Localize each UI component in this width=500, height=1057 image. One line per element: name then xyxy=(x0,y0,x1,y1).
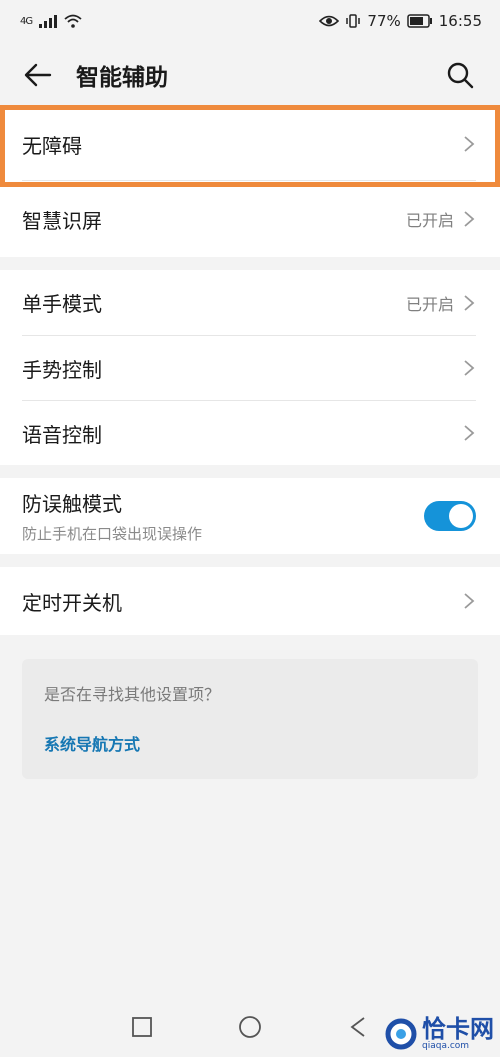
suggestion-question: 是否在寻找其他设置项？ xyxy=(44,685,221,704)
chevron-right-icon xyxy=(464,593,475,609)
watermark-texts: 恰卡网 qiaqa.com xyxy=(422,1017,494,1051)
group-gap xyxy=(0,465,500,478)
scheduled-power-row[interactable]: 定时开关机 xyxy=(0,567,500,635)
chevron-right-icon xyxy=(464,425,475,441)
accessibility-row[interactable]: 无障碍 xyxy=(0,108,500,180)
network-type: 4G xyxy=(20,15,33,27)
accidental-touch-toggle[interactable] xyxy=(424,501,476,531)
battery-icon xyxy=(407,14,432,28)
settings-group-4: 定时开关机 xyxy=(0,567,500,635)
row-subtitle: 防止手机在口袋出现误操作 xyxy=(22,525,203,543)
row-label: 语音控制 xyxy=(22,422,102,447)
settings-group-3: 防误触模式 防止手机在口袋出现误操作 xyxy=(0,478,500,554)
search-button[interactable] xyxy=(440,55,480,95)
search-icon xyxy=(447,62,474,89)
circle-icon xyxy=(239,1016,261,1038)
home-button[interactable] xyxy=(196,997,304,1057)
voice-control-row[interactable]: 语音控制 xyxy=(0,401,500,465)
wifi-icon xyxy=(64,14,82,28)
row-label: 单手模式 xyxy=(22,292,102,316)
row-label: 定时开关机 xyxy=(22,590,122,615)
status-bar: 4G 77% 16:55 xyxy=(0,0,500,42)
row-label: 智慧识屏 xyxy=(22,208,102,233)
settings-group-2: 单手模式 已开启 手势控制 语音控制 xyxy=(0,270,500,465)
one-hand-mode-row[interactable]: 单手模式 已开启 xyxy=(0,270,500,335)
nav-mode-link[interactable]: 系统导航方式 xyxy=(44,731,456,755)
back-button[interactable] xyxy=(20,57,56,93)
gesture-control-row[interactable]: 手势控制 xyxy=(0,336,500,400)
triangle-back-icon xyxy=(350,1017,365,1037)
app-bar: 智能辅助 xyxy=(0,42,500,108)
page-title: 智能辅助 xyxy=(76,65,168,91)
smart-screen-row[interactable]: 智慧识屏 已开启 xyxy=(0,181,500,257)
chevron-right-icon xyxy=(464,360,475,376)
chevron-right-icon xyxy=(464,136,475,152)
clock: 16:55 xyxy=(438,12,482,30)
suggestion-card: 是否在寻找其他设置项？ 系统导航方式 xyxy=(22,659,478,779)
row-label: 手势控制 xyxy=(22,357,102,382)
watermark: 恰卡网 qiaqa.com xyxy=(384,1017,494,1051)
watermark-text: 恰卡网 xyxy=(422,1015,494,1043)
row-label: 防误触模式 xyxy=(22,492,122,516)
signal-icon xyxy=(39,15,58,28)
eye-comfort-icon xyxy=(319,15,340,27)
settings-group-1: 无障碍 智慧识屏 已开启 xyxy=(0,108,500,257)
arrow-left-icon xyxy=(24,63,52,87)
chevron-right-icon xyxy=(464,211,475,227)
vibrate-icon xyxy=(346,14,361,28)
group-gap xyxy=(0,257,500,270)
status-value: 已开启 xyxy=(405,211,454,230)
chevron-right-icon xyxy=(464,294,475,311)
status-left: 4G xyxy=(20,14,82,28)
row-texts: 防误触模式 防止手机在口袋出现误操作 xyxy=(22,488,424,544)
row-label: 无障碍 xyxy=(22,133,82,158)
watermark-logo-icon xyxy=(385,1018,417,1050)
recents-button[interactable] xyxy=(88,997,196,1057)
accidental-touch-row[interactable]: 防误触模式 防止手机在口袋出现误操作 xyxy=(0,478,500,554)
status-right: 77% 16:55 xyxy=(319,12,482,30)
toggle-knob xyxy=(449,504,473,528)
status-value: 已开启 xyxy=(405,294,454,314)
group-gap xyxy=(0,554,500,567)
battery-percent: 77% xyxy=(367,12,401,30)
square-icon xyxy=(132,1017,152,1037)
